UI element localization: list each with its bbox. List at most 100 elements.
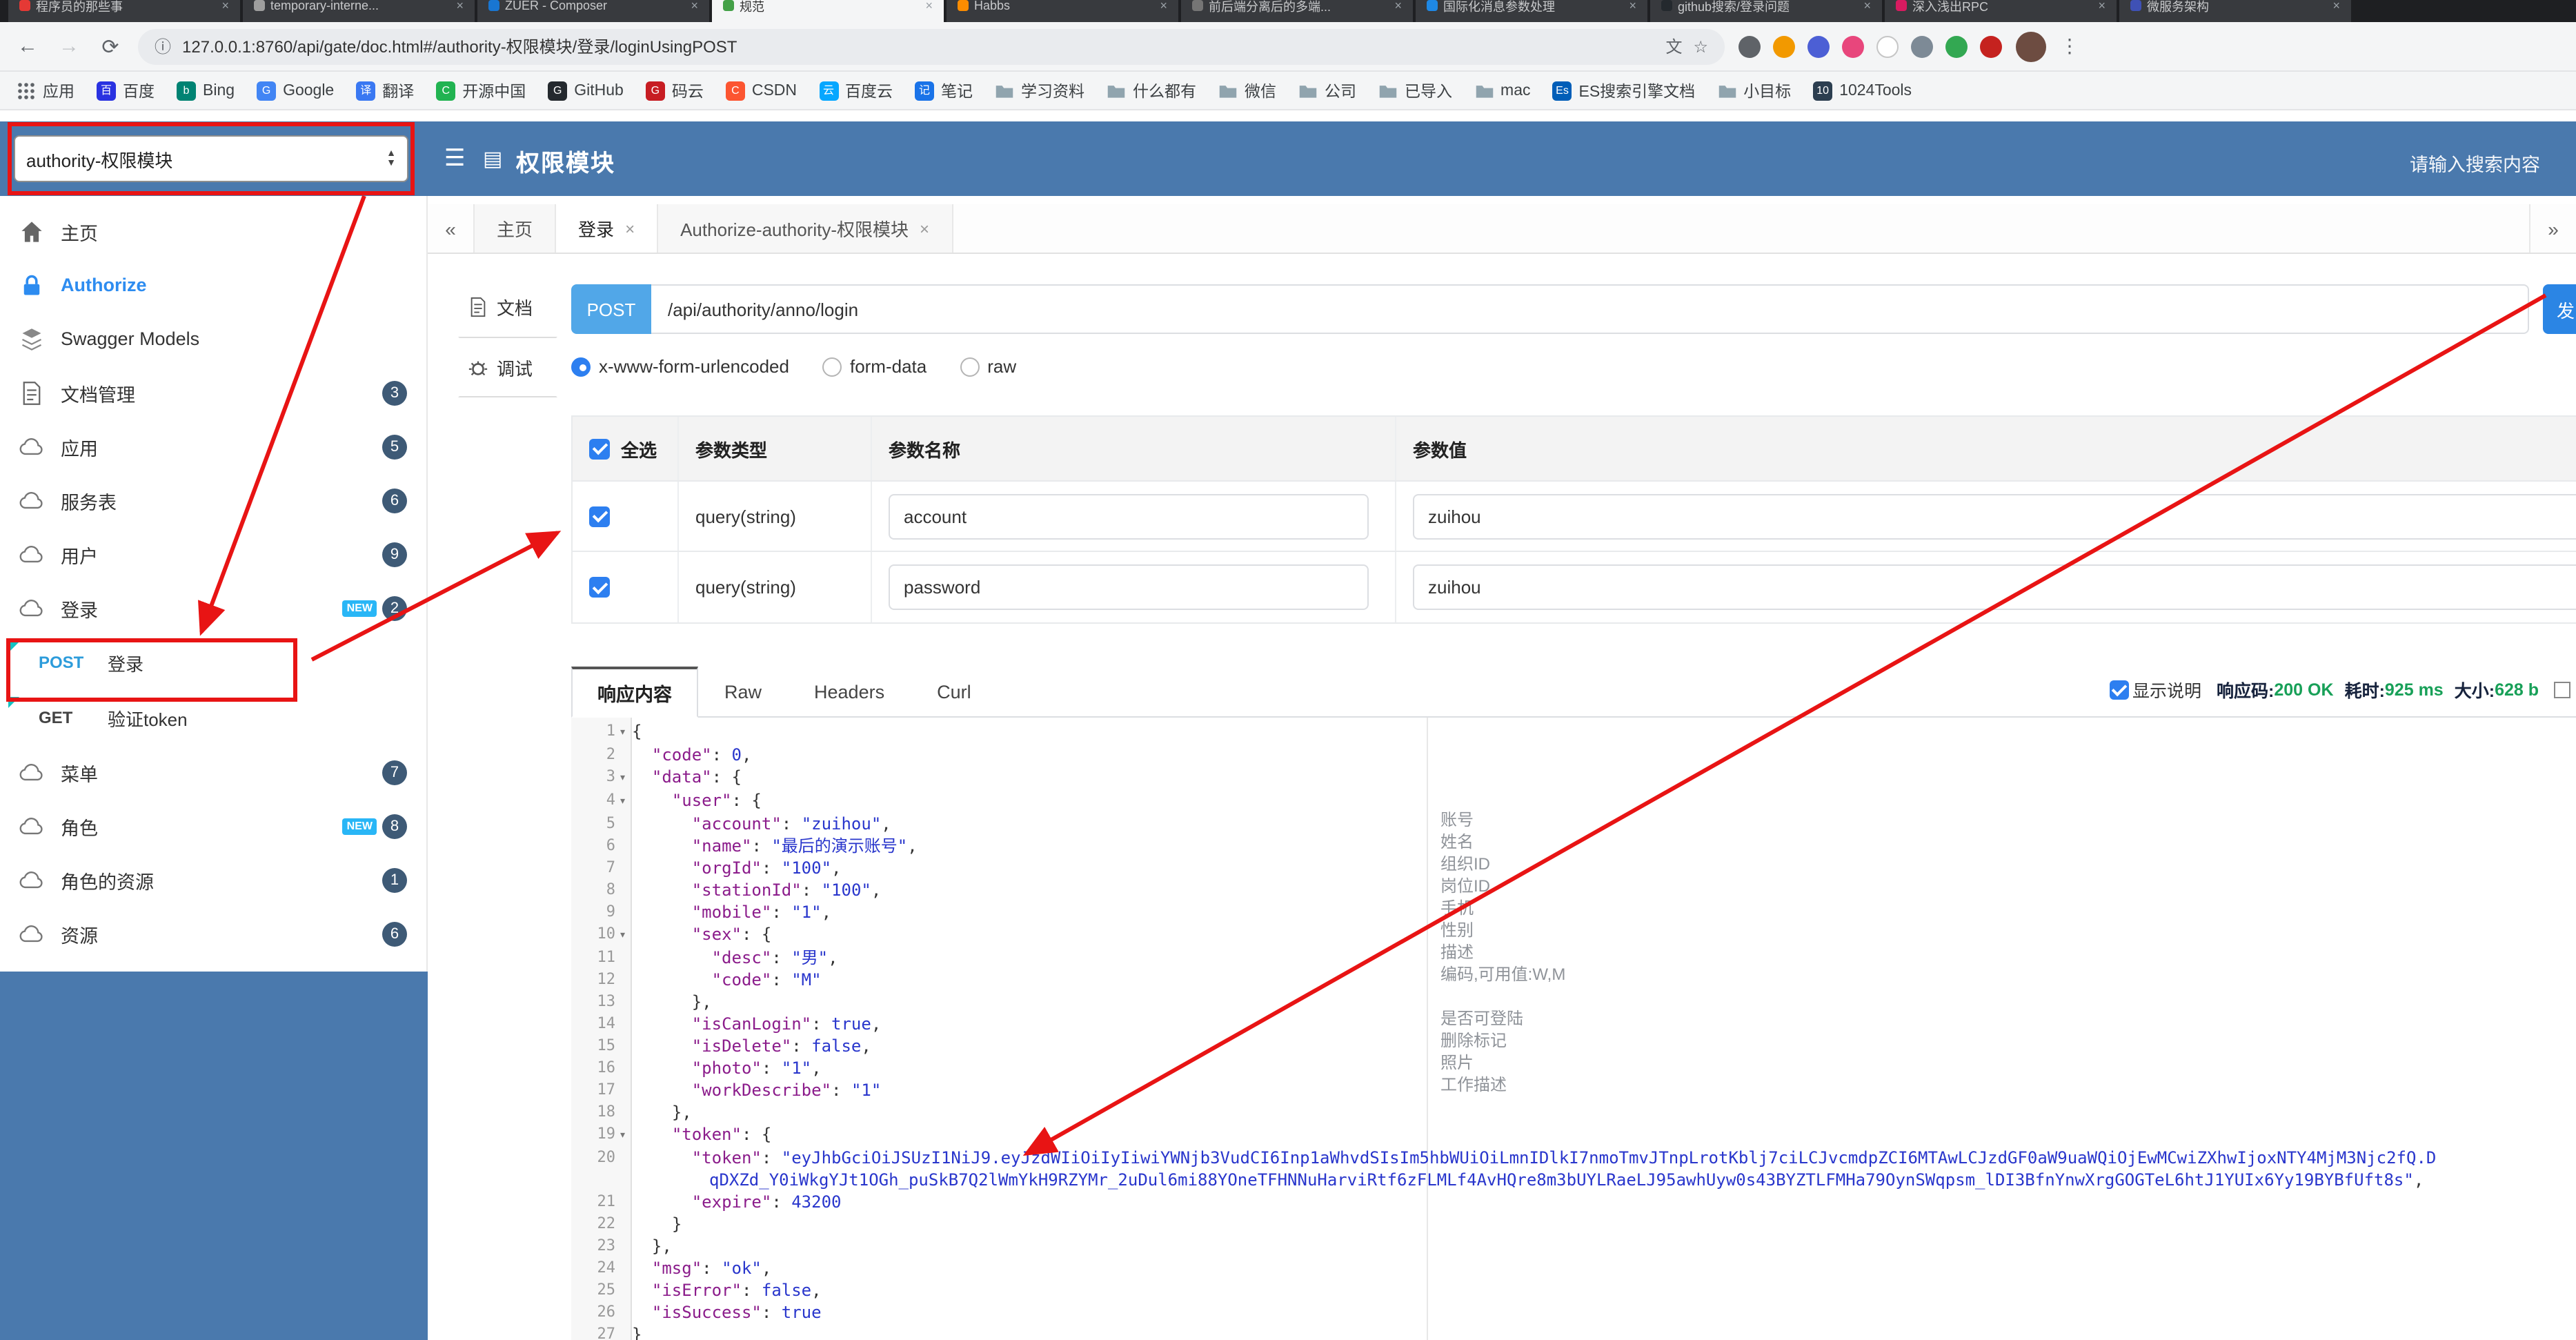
content-tab[interactable]: Authorize-authority-权限模块 × — [658, 204, 953, 253]
bookmark-item[interactable]: 10 1024Tools — [1813, 81, 1912, 100]
reload-icon[interactable]: ⟳ — [97, 34, 124, 59]
fullscreen-icon[interactable] — [2554, 681, 2570, 698]
body-type-option[interactable]: raw — [960, 356, 1016, 377]
bookmark-star-icon[interactable]: ☆ — [1693, 37, 1708, 56]
extension-icon[interactable] — [1842, 35, 1864, 57]
bookmark-item[interactable]: G GitHub — [548, 81, 624, 100]
address-bar[interactable]: ⓘ 127.0.0.1:8760/api/gate/doc.html#/auth… — [138, 28, 1725, 64]
content-tab[interactable]: 登录 × — [556, 204, 659, 253]
bookmark-item[interactable]: Es ES搜索引擎文档 — [1552, 79, 1695, 101]
extension-icon[interactable] — [1876, 35, 1899, 57]
extension-icon[interactable] — [1773, 35, 1795, 57]
api-item[interactable]: GET 验证token — [0, 690, 426, 745]
bookmark-item[interactable]: G Google — [257, 81, 334, 100]
tab-close-icon[interactable]: × — [221, 0, 229, 12]
browser-tab[interactable]: temporary-interne... × — [243, 0, 475, 22]
response-tab[interactable]: 响应内容 — [571, 667, 698, 718]
browser-tab[interactable]: 国际化消息参数处理 × — [1416, 0, 1647, 22]
tab-close-icon[interactable]: × — [1863, 0, 1871, 12]
tab-close-icon[interactable]: × — [2332, 0, 2340, 12]
body-type-option[interactable]: form-data — [822, 356, 927, 377]
bookmark-item[interactable]: C CSDN — [725, 81, 797, 100]
response-body-editor[interactable]: 1 ▾{2 "code": 0, 3 ▾ "data": {4 ▾ "user": {5… — [571, 718, 2576, 1340]
extension-icon[interactable] — [1738, 35, 1761, 57]
sidebar-item[interactable]: 资源 6 — [0, 907, 426, 960]
browser-tab[interactable]: Habbs × — [947, 0, 1178, 22]
page-info-icon[interactable]: ⓘ — [155, 35, 171, 58]
sidebar-item[interactable]: 菜单 7 — [0, 745, 426, 799]
param-name-input[interactable]: password — [889, 564, 1369, 610]
doc-tab-debug[interactable]: 调试 — [458, 337, 557, 397]
sidebar-item[interactable]: Authorize — [0, 258, 426, 312]
browser-menu-icon[interactable]: ⋮ — [2060, 35, 2079, 58]
response-tab[interactable]: Headers — [788, 667, 911, 718]
row-checkbox[interactable] — [589, 577, 610, 598]
header-search-input[interactable]: 请输入搜索内容 — [2410, 149, 2540, 177]
body-type-option[interactable]: x-www-form-urlencoded — [571, 356, 789, 377]
extension-icon[interactable] — [1945, 35, 1968, 57]
browser-tab[interactable]: github搜索/登录问题 × — [1650, 0, 1882, 22]
tab-close-icon[interactable]: × — [1160, 0, 1167, 12]
bookmark-item[interactable]: 什么都有 — [1107, 79, 1196, 101]
extension-icon[interactable] — [1911, 35, 1933, 57]
bookmark-item[interactable]: G 码云 — [645, 79, 704, 101]
bookmark-item[interactable]: 云百度云 — [819, 79, 893, 101]
bookmark-item[interactable]: b Bing — [177, 81, 235, 100]
tab-close-icon[interactable]: × — [456, 0, 464, 12]
bookmark-item[interactable]: mac — [1474, 81, 1531, 100]
sidebar-item[interactable]: Swagger Models — [0, 312, 426, 366]
sidebar-toggle-icon[interactable]: ☰ — [444, 145, 466, 173]
response-tab[interactable]: Curl — [911, 667, 998, 718]
bookmark-item[interactable]: 译翻译 — [356, 79, 414, 101]
extension-icon[interactable] — [1980, 35, 2002, 57]
select-all-checkbox[interactable] — [589, 438, 610, 459]
bookmark-item[interactable]: C 开源中国 — [436, 79, 526, 101]
extension-icon[interactable] — [1807, 35, 1830, 57]
module-select[interactable]: authority-权限模块 ▲ ▼ — [14, 135, 408, 182]
tab-close-icon[interactable]: × — [920, 219, 929, 238]
tab-close-icon[interactable]: × — [625, 219, 635, 238]
tabs-scroll-right-icon[interactable]: » — [2529, 204, 2576, 253]
content-tab[interactable]: 主页 — [475, 204, 557, 253]
bookmark-item[interactable]: 公司 — [1298, 79, 1356, 101]
param-value-input[interactable]: zuihou — [1413, 493, 2576, 539]
tab-close-icon[interactable]: × — [1394, 0, 1402, 12]
bookmark-item[interactable]: 记笔记 — [915, 79, 973, 101]
sidebar-item[interactable]: 服务表 6 — [0, 473, 426, 527]
doc-tab-document[interactable]: 文档 — [458, 276, 557, 337]
bookmark-item[interactable]: 应用 — [17, 79, 75, 101]
translate-icon[interactable]: 文 — [1665, 35, 1682, 58]
tab-close-icon[interactable]: × — [1629, 0, 1636, 12]
tab-close-icon[interactable]: × — [2098, 0, 2106, 12]
profile-avatar[interactable] — [2016, 31, 2046, 61]
forward-icon[interactable]: → — [55, 35, 83, 58]
browser-tab[interactable]: 深入浅出RPC × — [1885, 0, 2117, 22]
bookmark-item[interactable]: 小目标 — [1717, 79, 1791, 101]
response-tab[interactable]: Raw — [698, 667, 788, 718]
tab-close-icon[interactable]: × — [925, 0, 933, 12]
param-value-input[interactable]: zuihou — [1413, 564, 2576, 610]
api-item[interactable]: POST 登录 — [0, 635, 426, 690]
param-name-input[interactable]: account — [889, 493, 1369, 539]
browser-tab[interactable]: ZUER - Composer × — [477, 0, 709, 22]
bookmark-item[interactable]: 学习资料 — [995, 79, 1084, 101]
request-url-input[interactable]: /api/authority/anno/login — [651, 284, 2529, 334]
bookmark-item[interactable]: 微信 — [1218, 79, 1276, 101]
back-icon[interactable]: ← — [14, 35, 41, 58]
tab-close-icon[interactable]: × — [691, 0, 698, 12]
bookmark-item[interactable]: 已导入 — [1378, 79, 1452, 101]
sidebar-item[interactable]: 应用 5 — [0, 420, 426, 473]
show-description-checkbox[interactable] — [2109, 680, 2128, 699]
browser-tab[interactable]: 程序员的那些事 × — [8, 0, 240, 22]
sidebar-item[interactable]: 登录 NEW 2 — [0, 581, 426, 635]
sidebar-item[interactable]: 角色的资源 1 — [0, 853, 426, 907]
sidebar-item[interactable]: 用户 9 — [0, 527, 426, 581]
sidebar-item[interactable]: 主页 — [0, 204, 426, 258]
row-checkbox[interactable] — [589, 506, 610, 526]
bookmark-item[interactable]: 百百度 — [97, 79, 155, 101]
tabs-scroll-left-icon[interactable]: « — [428, 204, 475, 253]
sidebar-item[interactable]: 角色 NEW 8 — [0, 799, 426, 853]
browser-tab[interactable]: 前后端分离后的多端... × — [1181, 0, 1413, 22]
browser-tab[interactable]: 规范 × — [712, 0, 944, 22]
browser-tab[interactable]: 微服务架构 × — [2119, 0, 2351, 22]
